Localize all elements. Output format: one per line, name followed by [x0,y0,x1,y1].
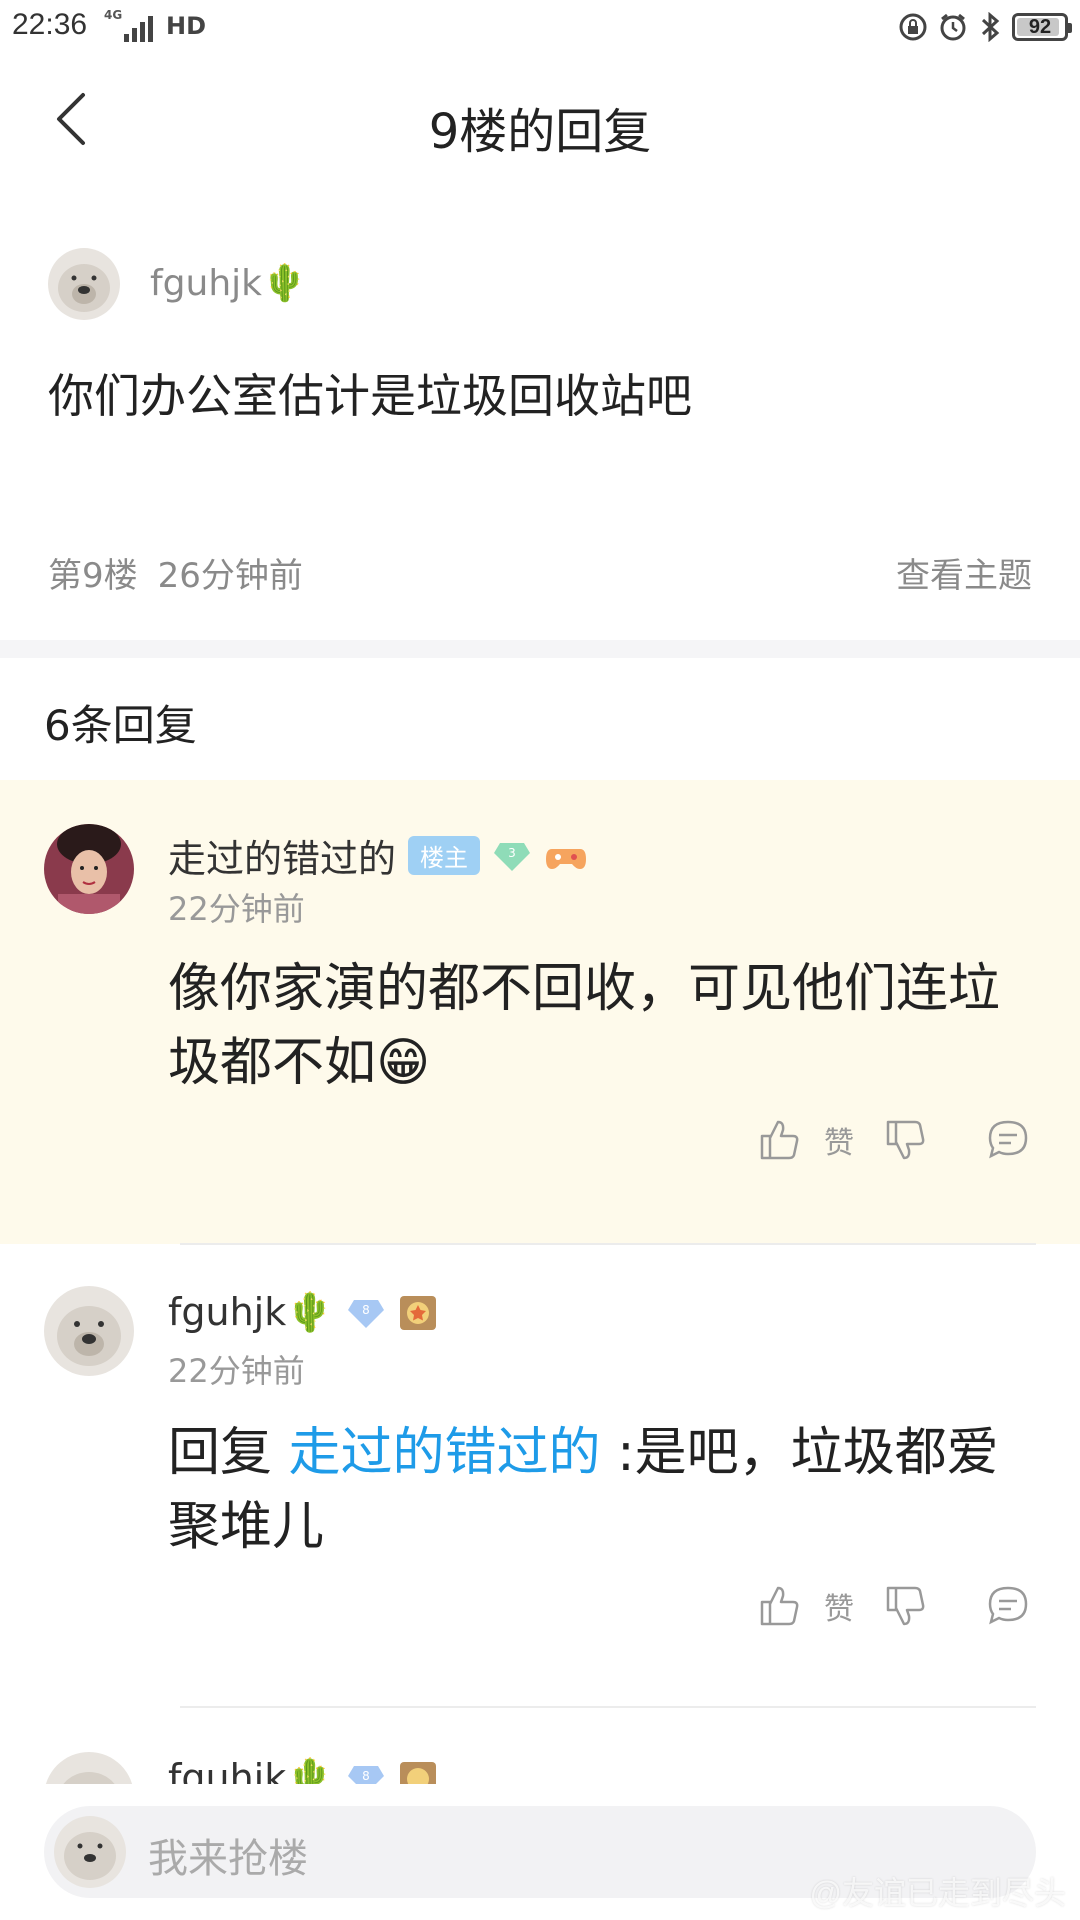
post-content: 你们办公室估计是垃圾回收站吧 [48,369,692,423]
reply-item: fguhjk🌵 8 [0,1708,1080,1788]
bluetooth-icon [981,12,1000,42]
reply-text: 像你家演的都不回收，可见他们连垃圾都不如😁 [168,959,1001,1093]
reply-count: 6条回复 [44,701,197,750]
reply-actions: 赞 [756,1582,1032,1630]
reply-username-row: 走过的错过的 楼主 3 [168,828,588,883]
status-icons: 92 [898,8,1072,46]
reply-prefix: 回复 [168,1423,289,1483]
bottom-input-bar: 我来抢楼 @友谊已走到尽头 [0,1784,1080,1920]
signal-icon [124,16,153,42]
page-title: 9楼的回复 [428,104,652,160]
input-placeholder: 我来抢楼 [148,1836,308,1882]
reply-item: fguhjk🌵 8 22分钟前 回复 走过的错过的 :是吧，垃圾都爱聚堆儿 赞 [0,1246,1080,1706]
battery-level: 92 [1028,15,1052,38]
reply-text: 回复 走过的错过的 :是吧，垃圾都爱聚堆儿 [168,1416,1028,1564]
post-meta: 第9楼 26分钟前 [48,548,303,597]
status-bar: 22:36 4G HD 92 [0,0,1080,56]
reply-actions: 赞 [756,1116,1032,1164]
reply-item: 走过的错过的 楼主 3 22分钟前 像你家演的都不回收，可见他们连垃圾都不如😁 … [0,780,1080,1244]
reply-divider [180,1243,1036,1245]
avatar[interactable] [48,248,120,320]
thumbs-down-icon[interactable] [882,1116,930,1164]
post-time: 26分钟前 [157,556,303,596]
hd-icon: HD [166,12,207,40]
medal-badge-icon [399,1295,436,1330]
reply-username[interactable]: 走过的错过的 [168,828,396,883]
view-topic-link[interactable]: 查看主题 [896,548,1032,597]
reply-username-row: fguhjk🌵 8 [168,1290,438,1335]
level-gem-icon: 8 [347,1299,384,1328]
alarm-icon [940,13,966,41]
like-label[interactable]: 赞 [824,1584,854,1628]
original-post: fguhjk🌵 你们办公室估计是垃圾回收站吧 第9楼 26分钟前 查看主题 [0,210,1080,640]
like-label[interactable]: 赞 [824,1118,854,1162]
section-divider [0,640,1080,658]
gamepad-badge-icon [546,848,587,869]
avatar[interactable] [44,1286,134,1376]
comment-icon[interactable] [984,1582,1032,1630]
lock-rotation-icon [899,13,927,41]
floor-number: 第9楼 [48,556,138,596]
svg-text:8: 8 [362,1769,370,1783]
post-username[interactable]: fguhjk🌵 [150,262,307,304]
thumbs-down-icon[interactable] [882,1582,930,1630]
battery-icon: 92 [1012,13,1072,41]
owner-badge: 楼主 [408,836,481,875]
header: 9楼的回复 [0,56,1080,186]
reply-time: 22分钟前 [168,890,305,928]
avatar[interactable] [44,1752,134,1788]
svg-text:8: 8 [362,1303,370,1317]
reply-time: 22分钟前 [168,1352,305,1390]
avatar[interactable] [44,824,134,914]
avatar [54,1816,126,1888]
reply-username[interactable]: fguhjk🌵 [168,1290,334,1335]
watermark: @友谊已走到尽头 [809,1875,1067,1911]
network-type: 4G [104,8,123,22]
status-time: 22:36 [12,8,88,41]
comment-icon[interactable] [984,1116,1032,1164]
thumbs-up-icon[interactable] [756,1116,804,1164]
svg-text:3: 3 [508,846,516,860]
level-gem-icon: 3 [494,842,531,871]
thumbs-up-icon[interactable] [756,1582,804,1630]
mention-link[interactable]: 走过的错过的 [289,1423,601,1483]
